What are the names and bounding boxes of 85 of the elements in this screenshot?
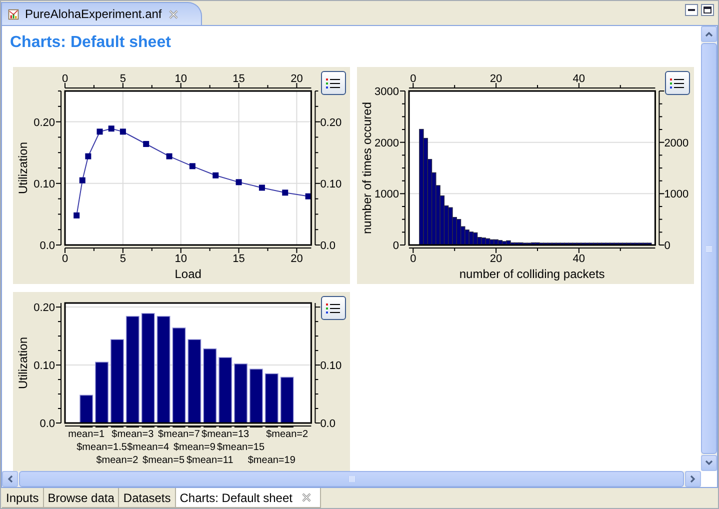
category-label: $mean=2 [96,455,138,466]
tick-label: 2000 [664,137,689,150]
tick-label: 10 [174,73,187,85]
maximize-icon[interactable] [701,4,714,16]
tick-label: 3000 [374,86,399,98]
legend-icon [326,76,341,90]
tick-label: 0.10 [320,360,342,372]
tick-label: 0.0 [320,418,336,430]
scroll-down-button[interactable] [701,455,717,471]
axis-title: Utilization [16,142,30,194]
chevron-icon [705,30,713,38]
close-icon[interactable] [168,8,179,20]
bar [234,363,248,424]
grip-icon [348,475,356,483]
tick-label: 0.20 [320,116,342,129]
minimize-icon[interactable] [685,4,698,16]
chevron-icon [6,475,14,483]
tick-label: 0 [410,73,416,85]
tick-label: 0.0 [320,240,336,252]
tick-label: 0.10 [320,178,342,190]
legend-button[interactable] [321,71,346,95]
tick-label: 20 [290,253,303,265]
tick-label: 15 [232,73,245,85]
category-label: $mean=9 [173,442,216,453]
bar [218,357,232,424]
axis-title: number of colliding packets [459,267,605,281]
tick-label: 0 [664,240,670,252]
category-label: $mean=19 [248,455,296,466]
view-tab[interactable]: Browse data [44,488,120,508]
bar [95,362,108,424]
chart-file-icon [8,8,19,20]
tick-label: 0 [392,240,399,252]
category-label: $mean=11 [186,455,234,466]
tick-label: 0.20 [34,302,55,314]
grip-icon [705,244,713,252]
category-label: mean=1 [68,429,105,440]
tick-label: 1000 [374,188,399,201]
tick-label: 20 [490,73,502,85]
category-label: $mean=3 [112,429,154,440]
page-title: Charts: Default sheet [10,33,172,53]
tick-label: 0.20 [34,116,55,129]
tick-label: 5 [120,253,126,265]
tick-label: 10 [174,253,187,265]
tick-label: 0 [62,73,68,85]
tick-label: 0.0 [40,418,55,430]
tick-label: 1000 [664,188,689,201]
view-tab[interactable]: Inputs [2,488,44,508]
tick-label: 40 [572,73,586,85]
close-icon[interactable] [300,492,312,503]
axis-title: Load [174,267,202,281]
category-label: $mean=4 [127,442,170,453]
tick-label: 20 [490,253,502,265]
scroll-left-button[interactable] [2,471,18,487]
editor-tab[interactable]: PureAlohaExperiment.anf [1,2,202,25]
data-point [282,190,288,196]
category-label: $mean=13 [202,429,250,440]
tick-label: 5 [120,73,126,85]
view-tab[interactable]: Datasets [119,488,176,508]
scroll-right-button[interactable] [685,471,701,487]
legend-icon [670,76,685,90]
bar [280,376,294,424]
category-label: $mean=5 [142,455,185,466]
bar [264,373,278,424]
legend-button[interactable] [665,71,690,95]
tick-label: 0 [62,253,68,265]
legend-button[interactable] [321,296,346,320]
tick-label: 0.0 [40,240,55,252]
axis-title: number of times occured [360,102,374,234]
tick-label: 15 [232,253,245,265]
view-tab[interactable]: Charts: Default sheet [176,488,320,508]
tick-label: 20 [290,73,303,85]
category-label: $mean=15 [216,442,265,453]
category-label: $mean=1.5 [76,442,127,453]
category-label: $mean=2 [266,429,308,440]
legend-icon [326,302,341,314]
tick-label: 40 [572,253,586,265]
tick-label: 2000 [374,137,399,150]
axis-title: Utilization [16,336,30,390]
bar [249,368,263,424]
tick-label: 0 [410,253,416,265]
tick-label: 0.10 [34,360,55,372]
bar [80,394,94,424]
tick-label: 0.10 [34,178,55,190]
category-label: $mean=7 [158,429,200,440]
scroll-up-button[interactable] [701,26,717,42]
